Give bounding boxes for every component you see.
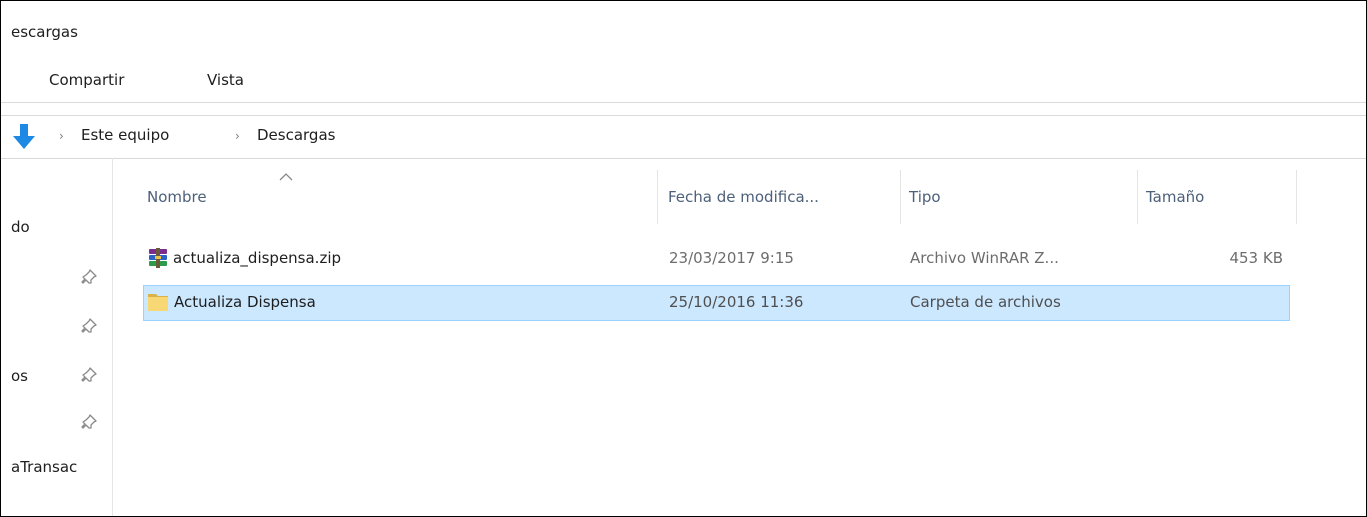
file-date-modified: 23/03/2017 9:15 [669, 249, 794, 267]
pin-icon[interactable] [81, 318, 97, 334]
file-size: 453 KB [1229, 249, 1283, 267]
breadcrumb-separator: › [59, 129, 64, 143]
file-row-selected[interactable]: Actualiza Dispensa 25/10/2016 11:36 Carp… [143, 285, 1290, 321]
pin-icon[interactable] [81, 269, 97, 285]
file-row[interactable]: actualiza_dispensa.zip 23/03/2017 9:15 A… [143, 241, 1290, 277]
file-name[interactable]: Actualiza Dispensa [174, 285, 316, 319]
nav-item-label[interactable]: aTransac [11, 458, 77, 476]
file-date-modified: 25/10/2016 11:36 [669, 293, 804, 311]
pin-icon[interactable] [81, 414, 97, 430]
winrar-archive-icon [149, 248, 167, 268]
file-type: Archivo WinRAR Z... [910, 249, 1059, 267]
breadcrumb-this-pc[interactable]: Este equipo [81, 126, 169, 144]
column-header-date-modified[interactable]: Fecha de modifica... [661, 170, 901, 224]
address-bar[interactable]: › Este equipo › Descargas [1, 115, 1366, 159]
down-arrow-icon[interactable] [13, 124, 35, 150]
navigation-pane: do os aTransac [1, 158, 113, 516]
file-type: Carpeta de archivos [910, 293, 1061, 311]
window-title: escargas [11, 23, 78, 41]
explorer-window: escargas Compartir Vista › Este equipo ›… [0, 0, 1367, 517]
file-name[interactable]: actualiza_dispensa.zip [173, 241, 341, 275]
column-header-size[interactable]: Tamaño [1139, 170, 1297, 224]
file-size [1147, 285, 1283, 319]
breadcrumb-separator: › [235, 129, 240, 143]
column-header-type[interactable]: Tipo [902, 170, 1138, 224]
ribbon-divider [1, 102, 1366, 103]
pin-icon[interactable] [81, 367, 97, 383]
nav-item-label[interactable]: do [11, 218, 30, 236]
folder-icon [148, 294, 168, 311]
column-header-name[interactable]: Nombre [140, 170, 658, 224]
nav-item-label[interactable]: os [11, 367, 28, 385]
breadcrumb-downloads[interactable]: Descargas [257, 126, 335, 144]
ribbon-tab-share[interactable]: Compartir [49, 71, 124, 89]
ribbon-tab-view[interactable]: Vista [207, 71, 244, 89]
